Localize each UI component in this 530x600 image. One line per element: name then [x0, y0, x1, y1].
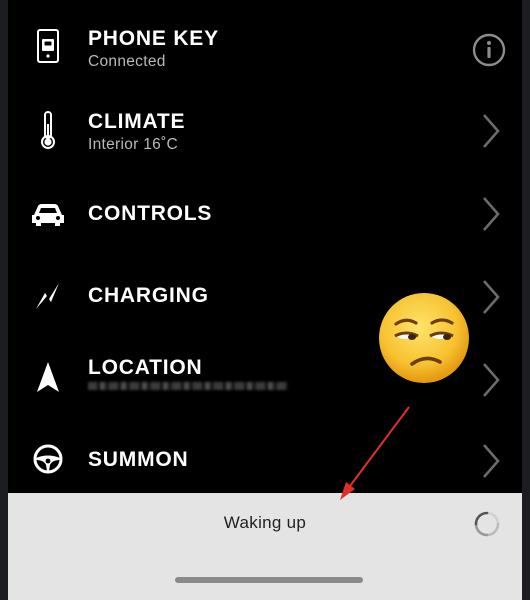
home-indicator — [175, 577, 363, 583]
location-subtitle-blurred — [88, 382, 288, 390]
chevron-right-icon — [480, 441, 504, 481]
menu-item-subtitle: Connected — [88, 53, 166, 70]
menu-item-title: PHONE KEY — [88, 27, 219, 50]
thermometer-icon — [28, 110, 68, 150]
menu-item-title: CHARGING — [88, 284, 209, 307]
chevron-right-icon — [480, 360, 504, 400]
menu-item-title: CLIMATE — [88, 110, 186, 133]
chevron-right-icon — [480, 111, 504, 151]
navigation-arrow-icon — [28, 357, 68, 397]
menu-item-title: CONTROLS — [88, 202, 213, 225]
menu-item-title: LOCATION — [88, 356, 203, 379]
status-text: Waking up — [223, 513, 307, 532]
chevron-right-icon — [480, 194, 504, 234]
menu-item-subtitle: Interior 16˚C — [88, 136, 179, 153]
car-icon — [28, 194, 68, 234]
menu-item-climate[interactable]: CLIMATE Interior 16˚C — [8, 88, 522, 170]
info-icon[interactable] — [472, 33, 506, 67]
status-sheet: Waking up — [8, 493, 522, 600]
app-screen: PHONE KEY Connected CLIMATE Interior 16˚… — [8, 0, 522, 600]
menu-item-title: SUMMON — [88, 448, 189, 471]
menu-item-phone-key[interactable]: PHONE KEY Connected — [8, 5, 522, 87]
steering-wheel-icon — [28, 439, 68, 479]
loading-spinner-icon — [472, 509, 502, 539]
menu-item-summon[interactable]: SUMMON — [8, 418, 522, 500]
menu-item-controls[interactable]: CONTROLS — [8, 171, 522, 253]
chevron-right-icon — [480, 277, 504, 317]
unamused-face-emoji — [376, 290, 472, 386]
phone-key-icon — [28, 26, 68, 66]
lightning-icon — [28, 276, 68, 316]
